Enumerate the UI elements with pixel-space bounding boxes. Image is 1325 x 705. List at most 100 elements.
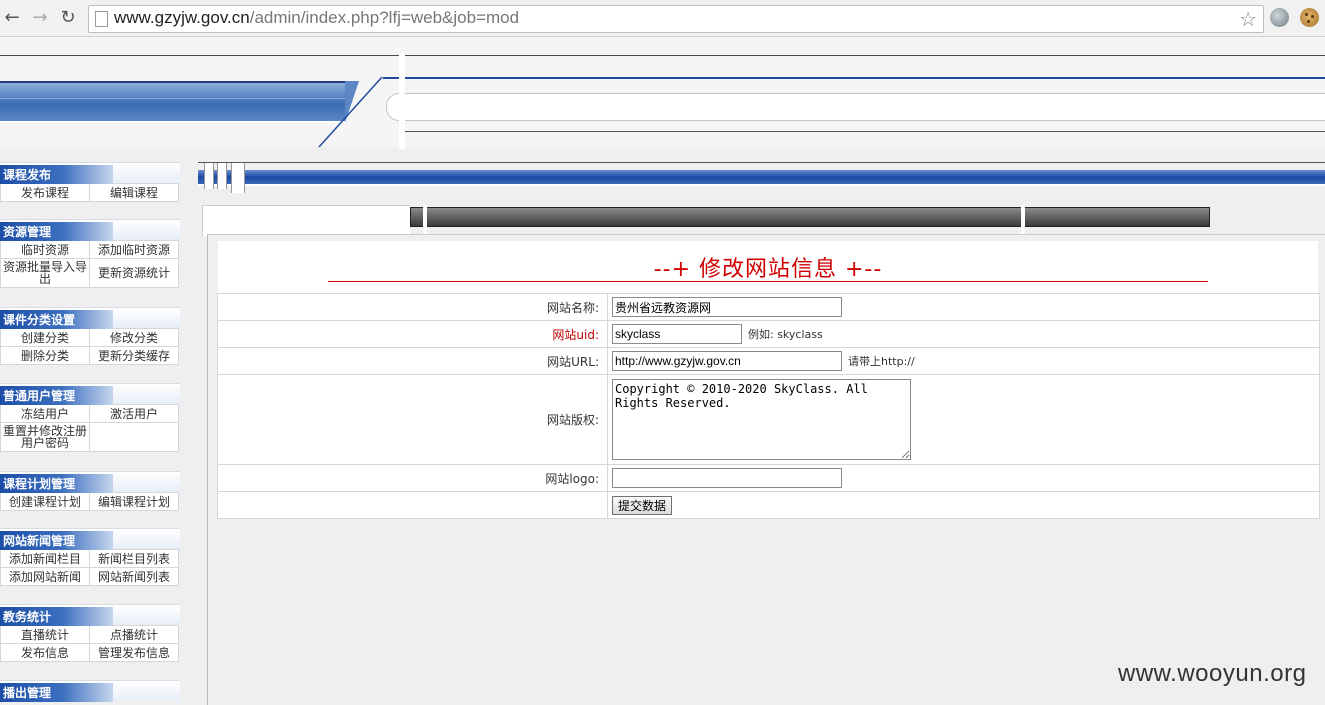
bookmark-star-icon[interactable]: ☆ xyxy=(1239,7,1257,31)
menu-head: 普通用户管理 xyxy=(0,383,180,405)
reload-icon[interactable]: ↻ xyxy=(58,7,78,29)
url-host: www.gzyjw.gov.cn xyxy=(114,8,250,27)
menu-head: 教务统计 xyxy=(0,604,180,626)
menu-head: 播出管理 xyxy=(0,680,180,702)
site-uid-label: 网站uid: xyxy=(217,320,608,348)
menu-table: 直播统计 点播统计 发布信息 管理发布信息 xyxy=(0,625,179,662)
site-uid-input[interactable] xyxy=(612,324,742,344)
site-uid-cell: 例如: skyclass xyxy=(607,320,1320,348)
menu-item-create-plan[interactable]: 创建课程计划 xyxy=(0,492,90,511)
menu-item-delete-category[interactable]: 删除分类 xyxy=(0,346,90,365)
menu-table: 创建课程计划 编辑课程计划 xyxy=(0,492,179,511)
site-name-cell xyxy=(607,293,1320,321)
copyright-textarea[interactable]: Copyright © 2010-2020 SkyClass. All Righ… xyxy=(612,379,911,460)
menu-table: 发布课程 编辑课程 xyxy=(0,183,179,202)
watermark-text: www.wooyun.org xyxy=(1118,660,1307,687)
menu-head: 课程计划管理 xyxy=(0,471,180,493)
banner-vertical-divider xyxy=(399,53,405,149)
menu-item-update-category-cache[interactable]: 更新分类缓存 xyxy=(89,346,179,365)
menu-head-label: 普通用户管理 xyxy=(3,389,76,403)
top-bar-knob xyxy=(204,163,214,189)
menu-item-freeze-user[interactable]: 冻结用户 xyxy=(0,404,90,423)
site-name-input[interactable] xyxy=(612,297,842,317)
forward-arrow-icon[interactable]: → xyxy=(30,7,50,29)
menu-head-label: 教务统计 xyxy=(3,610,52,624)
menu-item-add-temp-resource[interactable]: 添加临时资源 xyxy=(89,240,179,259)
menu-table: 临时资源 添加临时资源 资源批量导入导出 更新资源统计 xyxy=(0,240,179,288)
top-bar-knob xyxy=(217,163,227,189)
title-area: --+ 修改网站信息 +-- xyxy=(218,241,1318,293)
site-url-cell: 请带上http:// xyxy=(607,347,1320,375)
menu-group-news: 网站新闻管理 添加新闻栏目 新闻栏目列表 添加网站新闻 网站新闻列表 xyxy=(0,528,180,586)
banner-pill xyxy=(386,93,1325,121)
title-underline xyxy=(328,281,1208,282)
menu-item-add-news-column[interactable]: 添加新闻栏目 xyxy=(0,549,90,568)
site-uid-hint: 例如: skyclass xyxy=(748,328,823,341)
site-info-form: 网站名称: 网站uid: 例如: skyclass 网站URL: 请带上http… xyxy=(217,293,1320,519)
menu-item-add-news[interactable]: 添加网站新闻 xyxy=(0,567,90,586)
menu-item-vod-stats[interactable]: 点播统计 xyxy=(89,625,179,644)
menu-table: 创建分类 修改分类 删除分类 更新分类缓存 xyxy=(0,328,179,365)
menu-item-resource-import-export[interactable]: 资源批量导入导出 xyxy=(0,258,90,288)
tab-active[interactable] xyxy=(202,205,410,236)
submit-button[interactable]: 提交数据 xyxy=(612,495,673,515)
menu-head-label: 课程发布 xyxy=(3,168,52,182)
main-top-bar xyxy=(198,162,1325,193)
menu-head-label: 课件分类设置 xyxy=(3,313,76,327)
site-url-hint: 请带上http:// xyxy=(848,355,915,368)
menu-head-label: 课程计划管理 xyxy=(3,477,76,491)
tab-bar-dark xyxy=(410,207,1210,227)
menu-item-update-resource-stats[interactable]: 更新资源统计 xyxy=(89,258,179,288)
site-url-input[interactable] xyxy=(612,351,842,371)
logo-cell xyxy=(607,464,1320,492)
menu-item-activate-user[interactable]: 激活用户 xyxy=(89,404,179,423)
page-title: --+ 修改网站信息 +-- xyxy=(653,257,883,282)
menu-head-label: 播出管理 xyxy=(3,686,52,700)
menu-group-stats: 教务统计 直播统计 点播统计 发布信息 管理发布信息 xyxy=(0,604,180,662)
logo-input[interactable] xyxy=(612,468,842,488)
menu-group-course-publish: 课程发布 发布课程 编辑课程 xyxy=(0,162,180,202)
menu-item-manage-info[interactable]: 管理发布信息 xyxy=(89,643,179,662)
page-banner xyxy=(0,37,1325,149)
page-icon xyxy=(95,11,108,27)
menu-head: 课件分类设置 xyxy=(0,307,180,329)
menu-item-live-stats[interactable]: 直播统计 xyxy=(0,625,90,644)
globe-extension-icon[interactable] xyxy=(1270,8,1289,27)
menu-item-reset-password[interactable]: 重置并修改注册用户密码 xyxy=(0,422,90,452)
menu-item-publish-course[interactable]: 发布课程 xyxy=(0,183,90,202)
menu-group-user: 普通用户管理 冻结用户 激活用户 重置并修改注册用户密码 xyxy=(0,383,180,452)
menu-item-publish-info[interactable]: 发布信息 xyxy=(0,643,90,662)
menu-group-category: 课件分类设置 创建分类 修改分类 删除分类 更新分类缓存 xyxy=(0,307,180,365)
menu-item-edit-plan[interactable]: 编辑课程计划 xyxy=(89,492,179,511)
menu-item-empty xyxy=(89,422,179,452)
menu-item-news-list[interactable]: 网站新闻列表 xyxy=(89,567,179,586)
site-url-label: 网站URL: xyxy=(217,347,608,375)
menu-item-temp-resource[interactable]: 临时资源 xyxy=(0,240,90,259)
logo-label: 网站logo: xyxy=(217,464,608,492)
address-url[interactable]: www.gzyjw.gov.cn/admin/index.php?lfj=web… xyxy=(114,8,519,28)
menu-group-course-plan: 课程计划管理 创建课程计划 编辑课程计划 xyxy=(0,471,180,511)
menu-table: 添加新闻栏目 新闻栏目列表 添加网站新闻 网站新闻列表 xyxy=(0,549,179,586)
admin-sidebar: 课程发布 发布课程 编辑课程 资源管理 临时资源 添加临时资源 资源批量导入导出 更新… xyxy=(0,147,180,704)
banner-right-line xyxy=(383,77,1325,79)
menu-item-create-category[interactable]: 创建分类 xyxy=(0,328,90,347)
back-arrow-icon[interactable]: ← xyxy=(2,7,22,29)
menu-item-modify-category[interactable]: 修改分类 xyxy=(89,328,179,347)
banner-divider xyxy=(405,131,1325,132)
menu-item-edit-course[interactable]: 编辑课程 xyxy=(89,183,179,202)
main-content: --+ 修改网站信息 +-- 网站名称: 网站uid: 例如: skyclass… xyxy=(207,234,1325,705)
menu-item-news-column-list[interactable]: 新闻栏目列表 xyxy=(89,549,179,568)
menu-head: 资源管理 xyxy=(0,219,180,241)
menu-group-broadcast: 播出管理 xyxy=(0,680,180,702)
address-bar[interactable]: www.gzyjw.gov.cn/admin/index.php?lfj=web… xyxy=(88,5,1264,33)
site-name-label: 网站名称: xyxy=(217,293,608,321)
menu-group-resource: 资源管理 临时资源 添加临时资源 资源批量导入导出 更新资源统计 xyxy=(0,219,180,288)
menu-head: 网站新闻管理 xyxy=(0,528,180,550)
menu-head: 课程发布 xyxy=(0,162,180,184)
main-top-bar-blue xyxy=(198,170,1325,186)
cookie-extension-icon[interactable] xyxy=(1300,8,1319,27)
menu-table: 冻结用户 激活用户 重置并修改注册用户密码 xyxy=(0,404,179,452)
top-bar-knob xyxy=(231,163,245,193)
menu-head-label: 资源管理 xyxy=(3,225,52,239)
main-tab-strip xyxy=(202,205,1325,239)
